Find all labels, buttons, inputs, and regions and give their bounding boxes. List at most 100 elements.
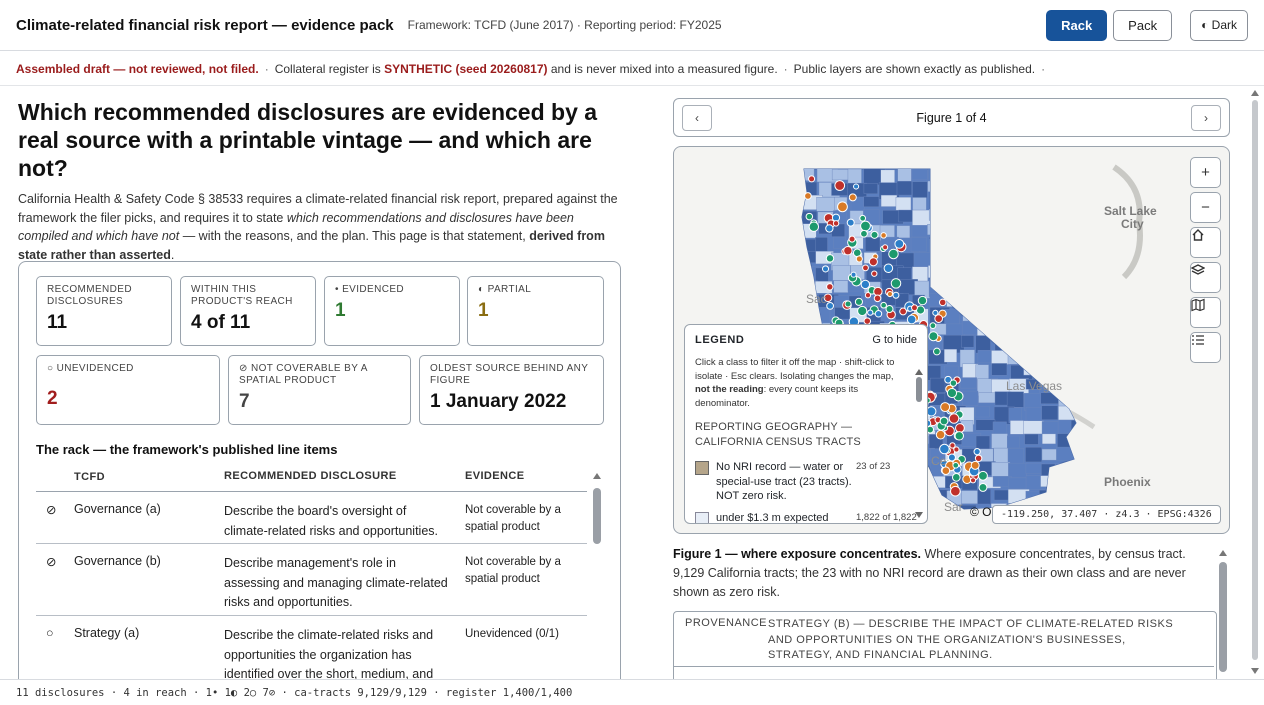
register-point[interactable] — [873, 294, 882, 303]
register-point[interactable] — [946, 387, 958, 399]
register-point[interactable] — [843, 245, 853, 256]
register-point[interactable] — [844, 300, 852, 308]
register-point[interactable] — [939, 443, 950, 455]
register-point[interactable] — [870, 230, 879, 239]
register-point[interactable] — [880, 301, 887, 309]
register-point[interactable] — [888, 248, 899, 260]
register-point[interactable] — [867, 309, 874, 316]
register-point[interactable] — [973, 448, 981, 456]
register-point[interactable] — [825, 224, 834, 233]
register-point[interactable] — [917, 295, 928, 306]
prev-figure-button[interactable]: ‹ — [682, 104, 712, 131]
page-scroll-track[interactable] — [1250, 88, 1260, 678]
table-row[interactable]: ⊘ Governance (a) Describe the board's ov… — [36, 492, 587, 544]
register-point[interactable] — [832, 220, 840, 227]
register-point[interactable] — [906, 314, 917, 325]
register-point[interactable] — [873, 286, 883, 297]
register-point[interactable] — [826, 283, 834, 291]
register-point[interactable] — [821, 265, 830, 273]
register-point[interactable] — [854, 297, 863, 306]
map-attribution[interactable]: © O — [970, 505, 992, 519]
register-point[interactable] — [929, 322, 937, 330]
list-button[interactable] — [1190, 332, 1221, 363]
register-point[interactable] — [890, 278, 902, 289]
register-point[interactable] — [804, 192, 812, 200]
register-point[interactable] — [949, 379, 958, 387]
register-point[interactable] — [846, 218, 855, 227]
register-point[interactable] — [970, 460, 980, 470]
register-point[interactable] — [932, 347, 941, 356]
register-point[interactable] — [860, 220, 871, 232]
register-point[interactable] — [871, 270, 878, 277]
legend-scrollbar[interactable] — [915, 369, 923, 519]
legend-item-under-1-3m[interactable]: under $1.3 m expected annual loss 1,822 … — [695, 511, 917, 523]
register-point[interactable] — [978, 470, 988, 481]
register-point[interactable] — [859, 214, 867, 222]
register-point[interactable] — [886, 290, 893, 298]
rack-button[interactable]: Rack — [1046, 9, 1108, 41]
register-point[interactable] — [894, 238, 905, 249]
register-point[interactable] — [857, 305, 868, 317]
register-point[interactable] — [948, 413, 960, 424]
scroll-thumb[interactable] — [593, 488, 601, 544]
register-point[interactable] — [978, 482, 988, 492]
register-point[interactable] — [950, 485, 961, 497]
register-point[interactable] — [882, 244, 889, 251]
register-point[interactable] — [860, 279, 871, 290]
register-point[interactable] — [955, 423, 965, 433]
basemap-button[interactable] — [1190, 297, 1221, 328]
legend-item-no-record[interactable]: No NRI record — water or special-use tra… — [695, 460, 917, 504]
register-point[interactable] — [860, 229, 868, 238]
caption-scroll-track[interactable] — [1218, 548, 1228, 676]
register-point[interactable] — [864, 292, 872, 299]
layers-button[interactable] — [1190, 262, 1221, 293]
register-point[interactable] — [954, 431, 964, 441]
register-point[interactable] — [885, 305, 894, 314]
page-scrollbar[interactable] — [1250, 88, 1260, 678]
register-point[interactable] — [837, 201, 848, 213]
zoom-in-button[interactable]: + — [1190, 157, 1221, 188]
register-point[interactable] — [825, 254, 835, 263]
register-point[interactable] — [952, 461, 960, 469]
table-row[interactable]: ○ Strategy (a) Describe the climate-rela… — [36, 616, 587, 700]
register-point[interactable] — [892, 291, 900, 299]
register-point[interactable] — [938, 298, 947, 307]
legend-scroll-track[interactable] — [915, 369, 923, 519]
next-figure-button[interactable]: › — [1191, 104, 1221, 131]
register-point[interactable] — [808, 175, 816, 183]
register-point[interactable] — [935, 429, 946, 440]
register-point[interactable] — [880, 232, 887, 239]
register-point[interactable] — [928, 331, 939, 342]
register-point[interactable] — [834, 180, 846, 191]
table-row[interactable]: ⊘ Governance (b) Describe management's r… — [36, 544, 587, 616]
caption-scrollbar[interactable] — [1218, 548, 1228, 676]
register-point[interactable] — [862, 264, 869, 272]
rack-scrollbar[interactable] — [592, 470, 602, 700]
register-point[interactable] — [934, 314, 943, 323]
register-point[interactable] — [808, 221, 820, 232]
register-point[interactable] — [969, 477, 977, 484]
register-point[interactable] — [951, 473, 961, 482]
register-point[interactable] — [911, 304, 918, 312]
register-point[interactable] — [848, 235, 856, 243]
register-point[interactable] — [974, 454, 983, 463]
scroll-up-icon[interactable] — [592, 470, 602, 482]
register-point[interactable] — [941, 466, 951, 475]
register-point[interactable] — [883, 263, 894, 274]
register-point[interactable] — [868, 257, 878, 267]
register-point[interactable] — [805, 212, 814, 221]
register-point[interactable] — [826, 302, 835, 310]
register-point[interactable] — [850, 271, 857, 278]
register-point[interactable] — [853, 183, 860, 190]
register-point[interactable] — [874, 310, 883, 318]
register-point[interactable] — [939, 416, 949, 426]
pack-button[interactable]: Pack — [1113, 9, 1173, 41]
register-point[interactable] — [855, 255, 863, 263]
dark-mode-button[interactable]: ◐ Dark — [1190, 9, 1248, 41]
home-button[interactable] — [1190, 227, 1221, 258]
zoom-out-button[interactable]: − — [1190, 192, 1221, 223]
legend-hide-hint[interactable]: G to hide — [872, 334, 917, 346]
register-point[interactable] — [848, 193, 857, 202]
register-point[interactable] — [940, 402, 951, 413]
register-point[interactable] — [953, 446, 960, 453]
